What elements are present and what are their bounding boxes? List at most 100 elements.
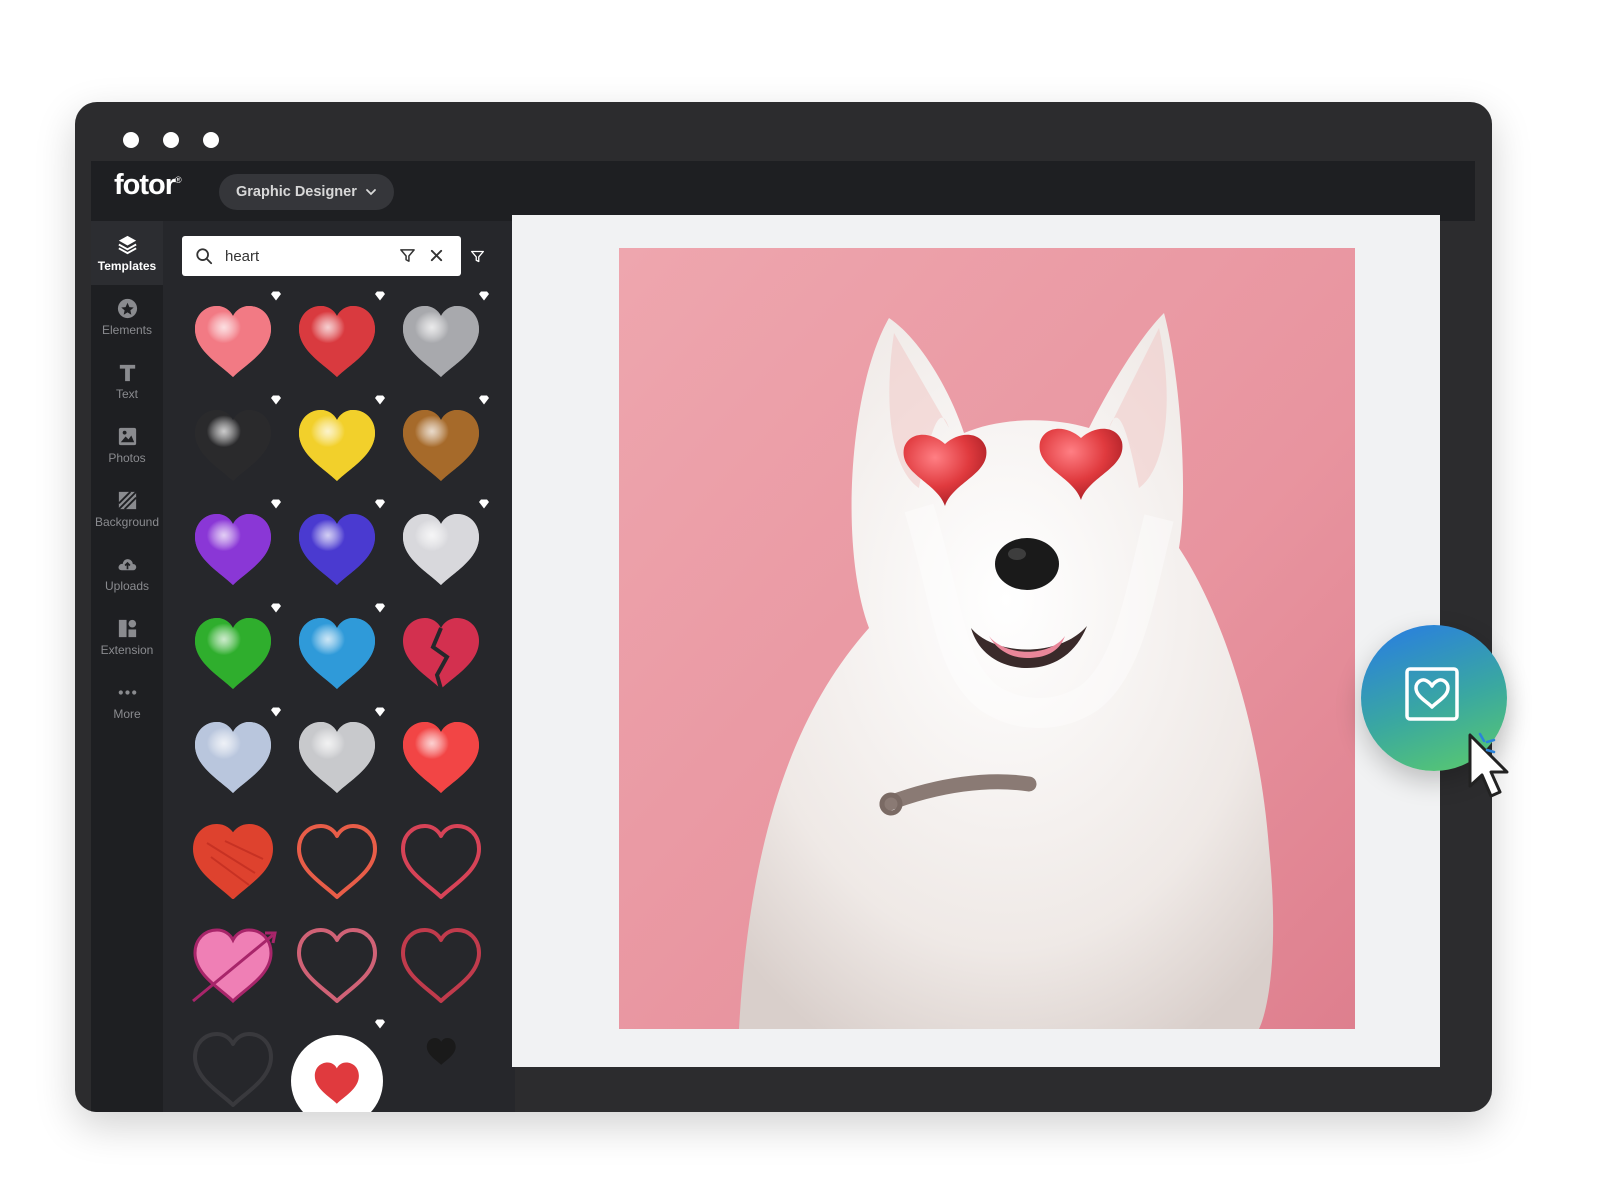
window-controls bbox=[123, 132, 219, 148]
upload-cloud-icon bbox=[118, 559, 136, 571]
silver-foil-heart-icon bbox=[299, 722, 375, 793]
sticker-blue-violet-3d-heart[interactable] bbox=[289, 499, 385, 597]
chevron-down-icon bbox=[365, 189, 376, 196]
left-sidebar: Templates Elements Text Photos Background Upl… bbox=[91, 221, 163, 1112]
holographic-heart-icon bbox=[195, 722, 271, 793]
black-3d-heart-icon bbox=[195, 410, 271, 481]
layers-icon bbox=[117, 235, 137, 255]
search-box bbox=[182, 236, 461, 276]
filter-icon[interactable] bbox=[399, 247, 416, 264]
logo-text: fotor bbox=[114, 169, 176, 201]
text-icon bbox=[119, 364, 135, 382]
sidebar-item-uploads[interactable]: Uploads bbox=[91, 541, 163, 605]
premium-diamond-icon bbox=[479, 499, 489, 509]
sticker-red-3d-heart[interactable] bbox=[289, 291, 385, 389]
panel-filter-icon[interactable] bbox=[470, 249, 485, 264]
white-3d-heart-icon bbox=[403, 514, 479, 585]
coral-red-heart-icon bbox=[403, 722, 479, 793]
framed-heart-icon bbox=[1405, 667, 1459, 721]
sidebar-item-text[interactable]: Text bbox=[91, 349, 163, 413]
window-dot-minimize[interactable] bbox=[163, 132, 179, 148]
sticker-black-3d-heart[interactable] bbox=[185, 395, 281, 493]
sidebar-item-templates[interactable]: Templates bbox=[91, 221, 163, 285]
extension-icon bbox=[118, 619, 136, 638]
sticker-sketch-tilted-heart[interactable] bbox=[393, 813, 489, 909]
dark-outline-hearts-icon bbox=[193, 1032, 273, 1107]
sticker-pink-3d-heart[interactable] bbox=[185, 291, 281, 389]
premium-diamond-icon bbox=[271, 499, 281, 509]
premium-diamond-icon bbox=[375, 1019, 385, 1029]
sticker-coral-red-heart[interactable] bbox=[393, 709, 489, 805]
sticker-broken-heart[interactable] bbox=[393, 605, 489, 701]
sticker-sky-blue-3d-heart[interactable] bbox=[289, 603, 385, 701]
premium-diamond-icon bbox=[479, 291, 489, 301]
sidebar-item-photos[interactable]: Photos bbox=[91, 413, 163, 477]
sticker-dark-outline-hearts[interactable] bbox=[185, 1021, 281, 1112]
sidebar-item-more[interactable]: More bbox=[91, 669, 163, 733]
search-input[interactable] bbox=[223, 246, 387, 266]
purple-3d-heart-icon bbox=[195, 514, 271, 585]
mouse-cursor-icon bbox=[1468, 732, 1509, 798]
bronze-3d-heart-icon bbox=[403, 410, 479, 481]
sidebar-item-extension[interactable]: Extension bbox=[91, 605, 163, 669]
outline-hearts-pair-icon bbox=[297, 928, 377, 1003]
window-dot-close[interactable] bbox=[123, 132, 139, 148]
blue-violet-3d-heart-icon bbox=[299, 514, 375, 585]
sticker-holographic-heart[interactable] bbox=[185, 707, 281, 805]
search-icon bbox=[196, 248, 213, 265]
window-dot-maximize[interactable] bbox=[203, 132, 219, 148]
red-heart-white-circle-icon bbox=[291, 1035, 383, 1112]
sky-blue-3d-heart-icon bbox=[299, 618, 375, 689]
design-canvas bbox=[512, 215, 1440, 1067]
sidebar-item-label: Extension bbox=[100, 643, 154, 657]
stickers-panel bbox=[163, 221, 515, 1112]
sidebar-item-elements[interactable]: Elements bbox=[91, 285, 163, 349]
premium-diamond-icon bbox=[479, 395, 489, 405]
sticker-small-black-heart[interactable] bbox=[393, 1021, 489, 1112]
elements-icon bbox=[117, 298, 137, 319]
sticker-silver-chrome-heart[interactable] bbox=[393, 291, 489, 389]
more-icon bbox=[118, 690, 136, 695]
premium-diamond-icon bbox=[375, 707, 385, 717]
dog-photo[interactable] bbox=[619, 248, 1355, 1029]
role-dropdown-button[interactable]: Graphic Designer bbox=[219, 174, 394, 210]
close-icon[interactable] bbox=[429, 248, 444, 263]
role-dropdown-label: Graphic Designer bbox=[236, 184, 357, 200]
small-black-heart-icon bbox=[426, 1037, 456, 1065]
sticker-scribble-red-heart[interactable] bbox=[185, 813, 281, 909]
logo-registered-mark: ® bbox=[175, 175, 182, 185]
premium-diamond-icon bbox=[271, 291, 281, 301]
double-outline-hearts-icon bbox=[401, 928, 481, 1003]
sidebar-item-label: Text bbox=[115, 387, 138, 401]
sticker-outlined-coral-heart[interactable] bbox=[289, 813, 385, 909]
sticker-grid bbox=[185, 291, 489, 1112]
yellow-3d-heart-icon bbox=[299, 410, 375, 481]
sticker-double-outline-hearts[interactable] bbox=[393, 917, 489, 1013]
silver-chrome-heart-icon bbox=[403, 306, 479, 377]
sticker-outline-hearts-pair[interactable] bbox=[289, 917, 385, 1013]
sticker-silver-foil-heart[interactable] bbox=[289, 707, 385, 805]
premium-diamond-icon bbox=[375, 603, 385, 613]
premium-diamond-icon bbox=[271, 603, 281, 613]
premium-diamond-icon bbox=[375, 395, 385, 405]
pink-3d-heart-icon bbox=[195, 306, 271, 377]
sticker-white-3d-heart[interactable] bbox=[393, 499, 489, 597]
sidebar-item-label: Photos bbox=[108, 451, 146, 465]
green-3d-heart-icon bbox=[195, 618, 271, 689]
sketch-tilted-heart-icon bbox=[401, 824, 481, 899]
top-toolbar: fotor® Graphic Designer bbox=[91, 161, 1475, 221]
sticker-pink-arrow-heart[interactable] bbox=[185, 917, 281, 1013]
editor-window: fotor® Graphic Designer Templates Element… bbox=[75, 102, 1492, 1112]
sticker-yellow-3d-heart[interactable] bbox=[289, 395, 385, 493]
premium-diamond-icon bbox=[375, 499, 385, 509]
sidebar-item-background[interactable]: Background bbox=[91, 477, 163, 541]
sidebar-item-label: Background bbox=[94, 515, 160, 529]
sticker-bronze-3d-heart[interactable] bbox=[393, 395, 489, 493]
sticker-purple-3d-heart[interactable] bbox=[185, 499, 281, 597]
sticker-red-heart-white-circle[interactable] bbox=[289, 1019, 385, 1112]
sticker-green-3d-heart[interactable] bbox=[185, 603, 281, 701]
pink-arrow-heart-icon bbox=[192, 928, 277, 1004]
premium-diamond-icon bbox=[375, 291, 385, 301]
red-3d-heart-icon bbox=[299, 306, 375, 377]
fotor-logo[interactable]: fotor® bbox=[114, 169, 182, 202]
